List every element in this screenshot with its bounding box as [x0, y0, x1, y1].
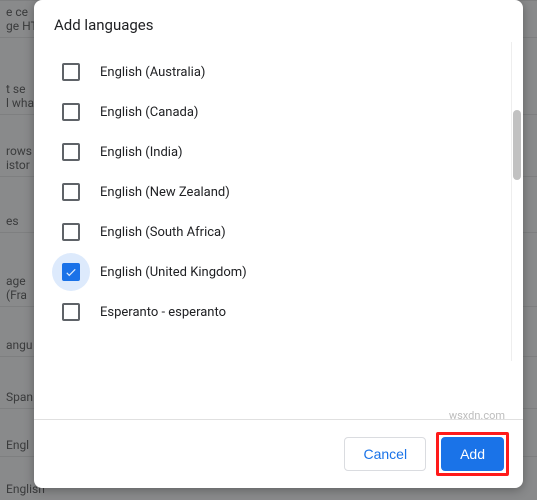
language-option[interactable]: English (India)	[34, 132, 523, 172]
add-languages-dialog: Add languages Dutch - Nederlands English …	[34, 0, 523, 488]
checkbox-icon[interactable]	[62, 263, 80, 281]
language-option[interactable]: Esperanto - esperanto	[34, 292, 523, 332]
checkbox-icon[interactable]	[62, 183, 80, 201]
dialog-footer: Cancel Add	[34, 419, 523, 488]
language-label: English (New Zealand)	[100, 185, 503, 200]
language-label: Esperanto - esperanto	[100, 305, 503, 320]
language-label: English (United Kingdom)	[100, 265, 503, 280]
language-option[interactable]: English (United Kingdom)	[34, 252, 523, 292]
language-option[interactable]: Dutch - Nederlands	[34, 42, 523, 52]
language-option[interactable]: English (New Zealand)	[34, 172, 523, 212]
watermark: wsxdn.com	[449, 409, 505, 422]
language-option[interactable]: English (Australia)	[34, 52, 523, 92]
checkbox-icon[interactable]	[62, 223, 80, 241]
checkbox-icon[interactable]	[62, 63, 80, 81]
language-label: English (South Africa)	[100, 225, 503, 240]
highlight-box: Add	[436, 432, 509, 476]
scrollbar-track[interactable]	[511, 42, 523, 361]
language-label: English (Canada)	[100, 105, 503, 120]
language-label: English (India)	[100, 145, 503, 160]
language-label: English (Australia)	[100, 65, 503, 80]
language-option[interactable]: English (Canada)	[34, 92, 523, 132]
checkbox-icon[interactable]	[62, 303, 80, 321]
add-button[interactable]: Add	[441, 437, 504, 471]
language-list: Dutch - Nederlands English (Australia) Eng…	[34, 42, 523, 419]
dialog-title: Add languages	[34, 0, 523, 42]
scrollbar-thumb[interactable]	[513, 110, 521, 180]
checkbox-icon[interactable]	[62, 143, 80, 161]
language-option[interactable]: English (South Africa)	[34, 212, 523, 252]
checkbox-icon[interactable]	[62, 103, 80, 121]
cancel-button[interactable]: Cancel	[344, 437, 426, 471]
